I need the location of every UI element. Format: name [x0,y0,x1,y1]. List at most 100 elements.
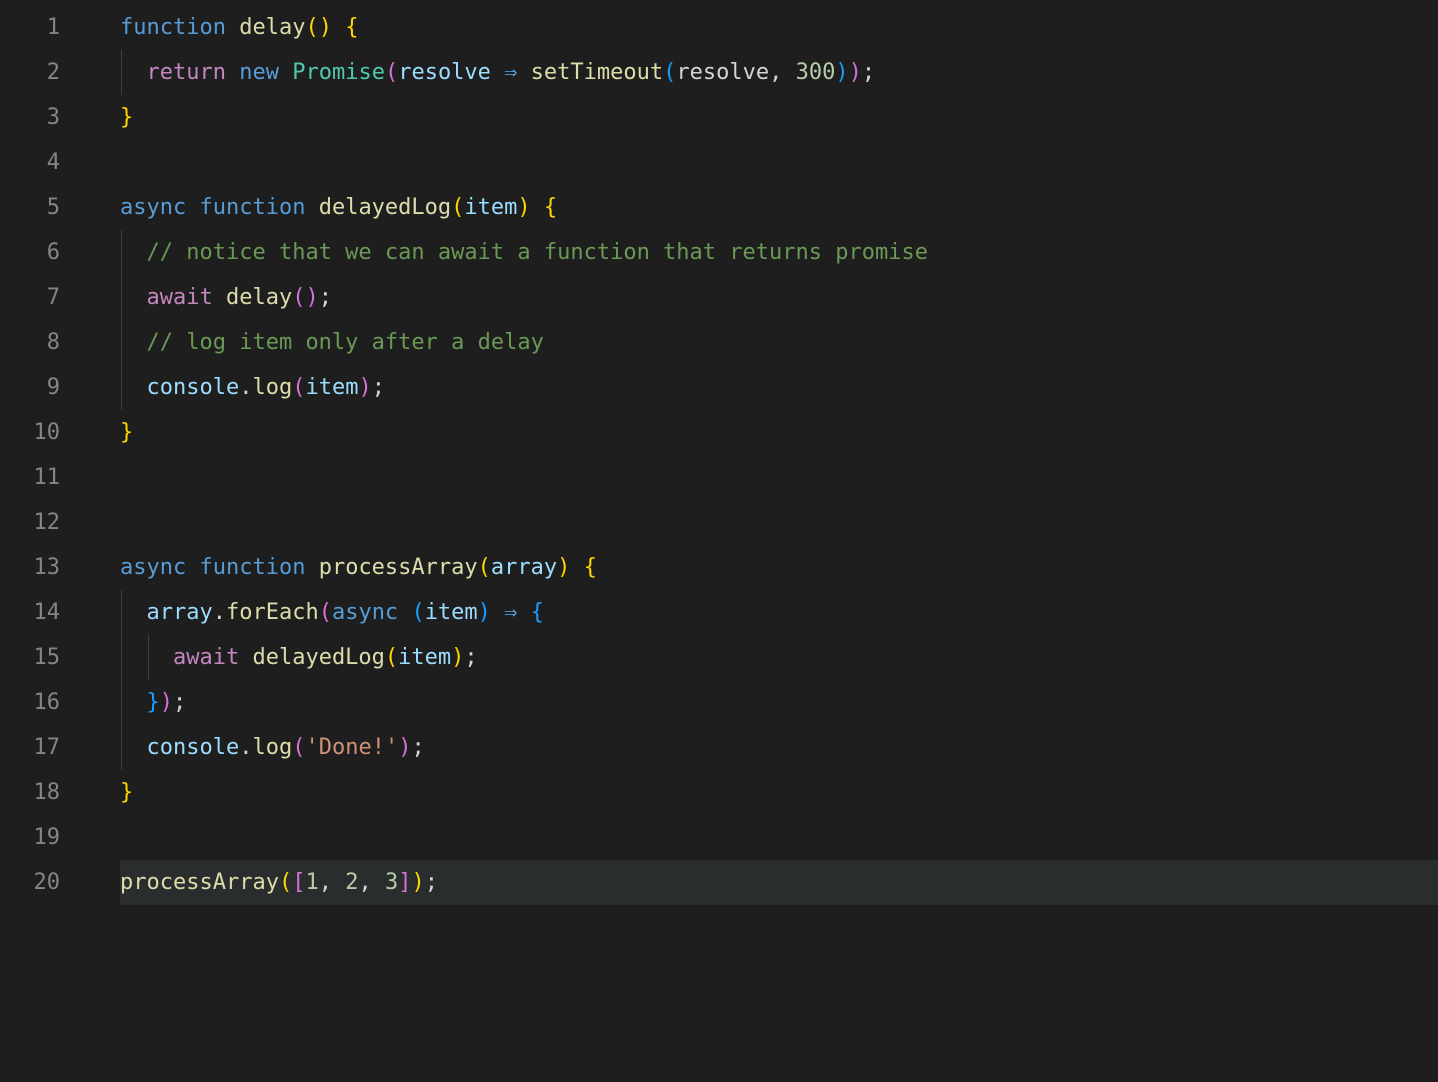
line-number: 15 [0,635,60,680]
token-p2: ( [385,60,398,85]
token-p1: } [120,105,133,130]
line-number: 11 [0,455,60,500]
token-punct: . [239,375,252,400]
token-num: 300 [796,60,836,85]
token-sp [491,600,504,625]
token-kw: async [120,555,186,580]
code-line[interactable]: processArray([1, 2, 3]); [120,860,1438,905]
line-number: 16 [0,680,60,725]
code-area[interactable]: function delay() { return new Promise(re… [80,0,1438,1082]
code-line[interactable]: // notice that we can await a function t… [120,230,1438,275]
token-ctrl: await [173,645,239,670]
indent-guide [121,230,122,275]
token-sp [372,870,385,895]
line-number: 12 [0,500,60,545]
token-p1: ( [279,870,292,895]
token-sp [491,60,504,85]
token-p1: ( [478,555,491,580]
token-id: resolve [676,60,769,85]
token-kw: function [199,555,305,580]
token-p1: } [120,780,133,805]
indent-guide [121,590,122,635]
token-kw: new [239,60,279,85]
code-line[interactable]: async function processArray(array) { [120,545,1438,590]
token-p3: ) [478,600,491,625]
token-par: item [464,195,517,220]
token-p1: ) [451,645,464,670]
token-p2: () [292,285,319,310]
line-number: 18 [0,770,60,815]
code-line[interactable]: async function delayedLog(item) { [120,185,1438,230]
token-ind [120,600,147,625]
token-p3: { [531,600,544,625]
token-kw: function [120,15,226,40]
line-number: 13 [0,545,60,590]
line-number: 1 [0,5,60,50]
indent-guide [121,725,122,770]
code-line[interactable]: function delay() { [120,5,1438,50]
token-p3: ) [835,60,848,85]
token-ind [120,645,173,670]
token-fn: delayedLog [319,195,451,220]
token-fn: log [252,375,292,400]
code-line[interactable]: } [120,410,1438,455]
line-number: 19 [0,815,60,860]
token-ind [120,330,147,355]
token-p2: ) [358,375,371,400]
code-line[interactable] [120,140,1438,185]
token-ind [120,60,147,85]
code-line[interactable]: return new Promise(resolve ⇒ setTimeout(… [120,50,1438,95]
token-punct: , [769,60,782,85]
token-p1: ) [557,555,570,580]
code-line[interactable]: } [120,770,1438,815]
code-editor[interactable]: 1234567891011121314151617181920 function… [0,0,1438,1082]
token-com: // notice that we can await a function t… [147,240,928,265]
token-ind [120,735,147,760]
token-sp [305,555,318,580]
code-line[interactable]: array.forEach(async (item) ⇒ { [120,590,1438,635]
token-num: 2 [345,870,358,895]
line-number: 6 [0,230,60,275]
token-sp [332,15,345,40]
token-punct: . [239,735,252,760]
token-num: 1 [305,870,318,895]
token-sp [398,600,411,625]
token-par: item [425,600,478,625]
indent-guide [121,50,122,95]
token-p2: ( [319,600,332,625]
token-arrow: ⇒ [504,600,517,625]
token-p1: { [345,15,358,40]
token-kw: async [332,600,398,625]
token-obj: console [147,735,240,760]
code-line[interactable]: await delay(); [120,275,1438,320]
token-p1: ) [411,870,424,895]
token-ctrl: return [147,60,226,85]
code-line[interactable]: // log item only after a delay [120,320,1438,365]
code-line[interactable] [120,815,1438,860]
token-p2: ) [849,60,862,85]
line-number: 14 [0,590,60,635]
line-number: 3 [0,95,60,140]
code-line[interactable]: }); [120,680,1438,725]
code-line[interactable]: console.log('Done!'); [120,725,1438,770]
token-punct: ; [372,375,385,400]
token-par: item [398,645,451,670]
token-num: 3 [385,870,398,895]
token-sp [305,195,318,220]
indent-guide [121,320,122,365]
code-line[interactable]: await delayedLog(item); [120,635,1438,680]
token-sp [186,555,199,580]
code-line[interactable] [120,455,1438,500]
token-p2: ( [292,735,305,760]
code-line[interactable]: } [120,95,1438,140]
token-p1: ( [385,645,398,670]
token-sp [782,60,795,85]
token-sp [213,285,226,310]
line-number: 20 [0,860,60,905]
code-line[interactable]: console.log(item); [120,365,1438,410]
token-kw: function [199,195,305,220]
code-line[interactable] [120,500,1438,545]
token-sp [517,60,530,85]
line-number: 8 [0,320,60,365]
token-arrow: ⇒ [504,60,517,85]
